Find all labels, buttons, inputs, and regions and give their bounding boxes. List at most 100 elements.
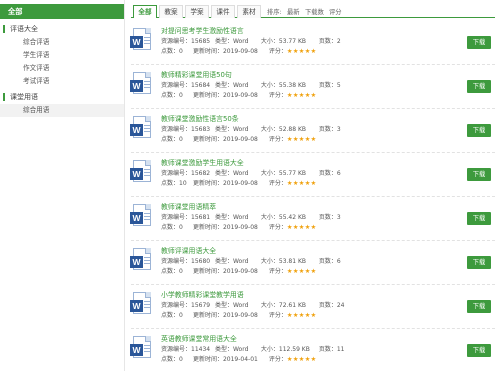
sidebar-group-classroom-phrases[interactable]: 课堂用语 [0,90,124,104]
resource-size: 72.61 KB [278,302,307,309]
rating-stars: ★★★★★ [286,180,317,187]
resource-type: Word [232,346,249,353]
resource-title[interactable]: 英语教师课堂常用语大全 [161,333,237,343]
views-label: 点数： [161,136,180,143]
download-button[interactable]: 下载 [467,256,491,269]
resource-type: Word [232,126,249,133]
resource-updated: 2019-09-08 [222,180,258,187]
resource-meta-line-2: 点数：0 更新时间：2019-09-08 评分：★★★★★ [161,46,317,55]
resource-pages: 24 [336,302,345,309]
word-doc-icon: W [130,160,151,182]
resource-id: 15682 [191,170,211,177]
rating-stars: ★★★★★ [286,92,317,99]
sidebar-item-essay-comments[interactable]: 作文评语 [0,62,124,75]
resource-views: 0 [179,356,183,363]
updated-label: 更新时间： [192,48,223,55]
resource-title[interactable]: 教师课堂用语精萃 [161,201,216,211]
resource-updated: 2019-09-08 [222,136,258,143]
id-label: 资源编号： [161,346,192,353]
word-doc-icon: W [130,204,151,226]
resource-updated: 2019-09-08 [222,48,258,55]
rating-label: 评分： [268,92,287,99]
resource-size: 52.88 KB [278,126,307,133]
sidebar-item-general-comments[interactable]: 综合评语 [0,36,124,49]
sidebar-item-exam-comments[interactable]: 考试评语 [0,75,124,88]
download-button[interactable]: 下载 [467,344,491,357]
resource-id: 15684 [191,82,211,89]
sidebar-item-general-phrases[interactable]: 综合用语 [0,104,124,117]
resource-meta-line-2: 点数：0 更新时间：2019-09-08 评分：★★★★★ [161,90,317,99]
type-label: 类型： [214,82,233,89]
pages-label: 页数： [318,82,337,89]
resource-type: Word [232,82,249,89]
resource-title[interactable]: 教师课堂激励性语言50条 [161,113,239,123]
pages-label: 页数： [318,126,337,133]
word-doc-icon: W [130,28,151,50]
updated-label: 更新时间： [192,136,223,143]
download-button[interactable]: 下载 [467,168,491,181]
updated-label: 更新时间： [192,92,223,99]
resource-views: 0 [179,268,183,275]
pages-label: 页数： [318,302,337,309]
resource-title[interactable]: 对提问思考学生激励性语言 [161,25,244,35]
views-label: 点数： [161,180,180,187]
resource-pages: 6 [336,170,341,177]
resource-meta-line-1: 资源编号：15685 类型：Word 大小：53.77 KB 页数：2 [161,36,341,45]
resource-meta-line-1: 资源编号：15679 类型：Word 大小：72.61 KB 页数：24 [161,300,344,309]
download-button[interactable]: 下载 [467,300,491,313]
word-doc-icon: W [130,72,151,94]
id-label: 资源编号： [161,38,192,45]
type-label: 类型： [214,126,233,133]
sort-rating[interactable]: 评分 [329,7,342,16]
resource-size: 55.77 KB [278,170,307,177]
rating-label: 评分： [268,48,287,55]
id-label: 资源编号： [161,82,192,89]
tab-study-plans[interactable]: 学案 [185,5,209,18]
resource-size: 53.81 KB [278,258,307,265]
rating-label: 评分： [268,312,287,319]
resource-title[interactable]: 教师评课用语大全 [161,245,216,255]
resource-meta-line-2: 点数：10 更新时间：2019-09-08 评分：★★★★★ [161,178,317,187]
resource-meta-line-2: 点数：0 更新时间：2019-09-08 评分：★★★★★ [161,266,317,275]
sort-downloads[interactable]: 下载数 [305,7,324,16]
updated-label: 更新时间： [192,268,223,275]
sidebar-group-comments[interactable]: 评语大全 [0,22,124,36]
resource-pages: 5 [336,82,341,89]
type-label: 类型： [214,258,233,265]
tab-courseware[interactable]: 课件 [211,5,235,18]
resource-title[interactable]: 教师精彩课堂用语50句 [161,69,232,79]
resource-views: 0 [179,48,183,55]
id-label: 资源编号： [161,170,192,177]
rating-stars: ★★★★★ [286,136,317,143]
resource-title[interactable]: 教师课堂激励学生用语大全 [161,157,244,167]
resource-id: 15679 [191,302,211,309]
download-button[interactable]: 下载 [467,124,491,137]
resource-meta-line-1: 资源编号：11434 类型：Word 大小：112.59 KB 页数：11 [161,344,344,353]
resource-pages: 3 [336,126,341,133]
views-label: 点数： [161,92,180,99]
resource-views: 0 [179,312,183,319]
sort-newest[interactable]: 最新 [287,7,300,16]
updated-label: 更新时间： [192,356,223,363]
size-label: 大小： [260,170,279,177]
tab-lesson-plans[interactable]: 教案 [159,5,183,18]
word-doc-icon: W [130,248,151,270]
resource-meta-line-1: 资源编号：15684 类型：Word 大小：55.38 KB 页数：5 [161,80,341,89]
tab-all[interactable]: 全部 [133,5,157,18]
tab-materials[interactable]: 素材 [237,5,261,18]
sidebar-item-all[interactable]: 全部 [0,4,124,19]
download-button[interactable]: 下载 [467,212,491,225]
size-label: 大小： [260,302,279,309]
word-doc-icon: W [130,292,151,314]
filter-bar: 全部 教案 学案 课件 素材 排序: 最新 下载数 评分 [131,3,495,18]
resource-size: 112.59 KB [278,346,310,353]
size-label: 大小： [260,82,279,89]
resource-views: 10 [179,180,187,187]
rating-stars: ★★★★★ [286,48,317,55]
views-label: 点数： [161,268,180,275]
resource-title[interactable]: 小学教师精彩课堂教学用语 [161,289,244,299]
sidebar-item-student-comments[interactable]: 学生评语 [0,49,124,62]
download-button[interactable]: 下载 [467,80,491,93]
download-button[interactable]: 下载 [467,36,491,49]
pages-label: 页数： [318,38,337,45]
